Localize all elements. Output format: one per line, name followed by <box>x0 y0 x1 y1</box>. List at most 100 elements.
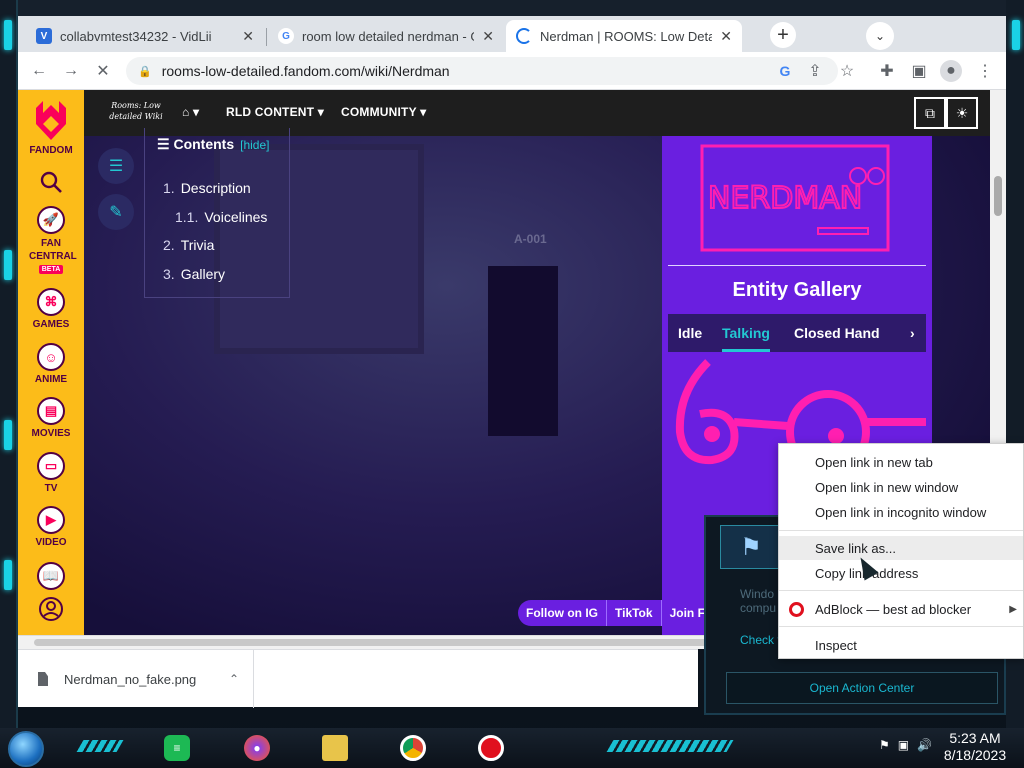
user-icon <box>39 597 63 621</box>
spotify-icon[interactable]: ≡ <box>158 732 196 764</box>
close-icon[interactable]: ✕ <box>242 28 254 45</box>
sidebar-tv[interactable]: ▭ TV <box>18 452 84 494</box>
chevron-up-icon[interactable]: ⌃ <box>229 672 239 686</box>
toc-item-trivia[interactable]: 2. Trivia <box>163 237 214 253</box>
menu-copy-link-address[interactable]: Copy link address <box>779 561 1023 585</box>
tiktok-link[interactable]: TikTok <box>607 600 662 626</box>
sidebar-anime[interactable]: ☺ ANIME <box>18 343 84 385</box>
menu-adblock[interactable]: AdBlock — best ad blocker ▶ <box>779 597 1023 621</box>
menu-kebab-icon[interactable]: ⋮ <box>974 60 996 82</box>
search-icon <box>40 171 62 193</box>
toc-number: 3. <box>163 266 175 282</box>
menu-open-incognito[interactable]: Open link in incognito window <box>779 500 1023 524</box>
chrome-icon[interactable] <box>394 732 432 764</box>
theme-toggle-sun-icon[interactable]: ☀ <box>946 97 978 129</box>
url-text: rooms-low-detailed.fandom.com/wiki/Nerdm… <box>161 63 450 79</box>
taskbar-clock[interactable]: 5:23 AM 8/18/2023 <box>934 730 1016 764</box>
sidebar-fan-central[interactable]: 🚀 FAN CENTRAL BETA <box>18 206 84 274</box>
left-frame-decoration <box>0 0 18 730</box>
discussions-icon[interactable]: ⧉ <box>914 97 946 129</box>
menu-open-new-window[interactable]: Open link in new window <box>779 475 1023 499</box>
table-of-contents-icon[interactable]: ☰ <box>98 148 134 184</box>
profile-avatar-icon[interactable]: ● <box>940 60 962 82</box>
toc-number: 1. <box>163 180 175 196</box>
stop-loading-icon[interactable]: ✕ <box>92 60 114 82</box>
record-icon[interactable] <box>472 732 510 764</box>
sidebar-video[interactable]: ▶ VIDEO <box>18 506 84 548</box>
toc-label: Voicelines <box>204 209 268 225</box>
toc-header: ☰ Contents [hide] <box>157 136 270 152</box>
download-filename: Nerdman_no_fake.png <box>64 671 197 687</box>
infobox-title: Entity Gallery <box>732 279 862 301</box>
toc-label: Description <box>180 180 251 196</box>
menu-label: Save link as... <box>815 540 896 556</box>
nav-label: RLD CONTENT <box>226 105 315 119</box>
share-icon[interactable]: ⇪ <box>804 60 826 82</box>
menu-inspect[interactable]: Inspect <box>779 633 1023 657</box>
forward-arrow-icon[interactable]: → <box>60 60 82 82</box>
horizontal-scrollbar[interactable] <box>18 635 738 649</box>
download-item[interactable]: Nerdman_no_fake.png ⌃ <box>18 650 254 708</box>
nerdman-logo-text: NERDMAN <box>708 181 862 216</box>
rocket-icon: 🚀 <box>37 206 65 234</box>
menu-save-link-as[interactable]: Save link as... <box>779 536 1023 560</box>
file-explorer-icon[interactable] <box>316 732 354 764</box>
sidebar-label: ANIME <box>34 374 68 385</box>
fandom-label: FANDOM <box>29 145 73 156</box>
wiki-menu-icon[interactable]: ⌂ ▾ <box>182 105 199 119</box>
chevron-right-icon[interactable]: › <box>910 325 915 341</box>
action-center-flag-icon[interactable]: ⚑ <box>879 738 890 752</box>
sidebar-user[interactable] <box>18 596 84 625</box>
fandom-logo[interactable]: FANDOM <box>18 98 84 156</box>
sidebar-movies[interactable]: ▤ MOVIES <box>18 397 84 439</box>
tab-talking[interactable]: Talking <box>722 325 770 352</box>
tab-nerdman-active[interactable]: Nerdman | ROOMS: Low Detailed ✕ <box>506 20 742 52</box>
back-arrow-icon[interactable]: ← <box>28 60 50 82</box>
nerdman-logo-image: NERDMAN <box>668 140 926 266</box>
tab-idle[interactable]: Idle <box>678 325 702 341</box>
tab-closed-hand[interactable]: Closed Hand <box>794 325 880 341</box>
tab-google-search[interactable]: G room low detailed nerdman - Go ✕ <box>268 20 504 52</box>
toast-link[interactable]: Check f <box>740 633 781 647</box>
close-icon[interactable]: ✕ <box>482 28 494 45</box>
start-orb-button[interactable] <box>8 731 44 767</box>
firefox-icon[interactable]: ● <box>238 732 276 764</box>
toast-text-line: compu <box>740 601 777 615</box>
context-menu: Open link in new tab Open link in new wi… <box>778 443 1024 659</box>
new-tab-button[interactable]: + <box>770 22 796 48</box>
menu-label: AdBlock — best ad blocker <box>815 601 972 617</box>
nav-rld-content[interactable]: RLD CONTENT ▾ <box>226 105 324 119</box>
follow-ig-link[interactable]: Follow on IG <box>518 600 607 626</box>
sidebar-label: GAMES <box>32 319 70 330</box>
fandom-heart-icon <box>36 101 66 140</box>
social-links-bar: Follow on IG TikTok Join F <box>518 600 714 626</box>
extensions-puzzle-icon[interactable]: ✚ <box>876 60 898 82</box>
wiki-wordmark[interactable]: Rooms: Low detailed Wiki <box>96 100 176 122</box>
toc-label: Gallery <box>180 266 226 282</box>
google-translate-icon[interactable]: G <box>774 60 796 82</box>
sidebar-label: FAN CENTRAL <box>29 238 77 262</box>
sidebar-games[interactable]: ⌘ GAMES <box>18 288 84 330</box>
side-panel-icon[interactable]: ▣ <box>908 60 930 82</box>
tab-vidlii[interactable]: V collabvmtest34232 - VidLii ✕ <box>26 20 264 52</box>
fandom-sidebar: FANDOM 🚀 FAN CENTRAL BETA ⌘ GAMES ☺ ANIM… <box>18 90 84 635</box>
sidebar-book[interactable]: 📖 <box>18 562 84 593</box>
nav-community[interactable]: COMMUNITY ▾ <box>341 105 426 119</box>
network-icon[interactable]: ▣ <box>898 738 909 752</box>
sidebar-search[interactable] <box>18 170 84 197</box>
close-icon[interactable]: ✕ <box>720 28 732 45</box>
open-action-center-button[interactable]: Open Action Center <box>726 672 998 704</box>
bookmark-star-icon[interactable]: ☆ <box>836 60 858 82</box>
menu-open-new-tab[interactable]: Open link in new tab <box>779 450 1023 474</box>
toc-hide-link[interactable]: [hide] <box>240 138 269 152</box>
tv-icon: ▭ <box>37 452 65 480</box>
menu-label: Open link in new tab <box>815 454 933 470</box>
vidlii-icon: V <box>36 28 52 44</box>
tab-search-button[interactable]: ⌄ <box>866 22 894 50</box>
volume-icon[interactable]: 🔊 <box>917 738 932 752</box>
toc-item-gallery[interactable]: 3. Gallery <box>163 266 225 282</box>
toc-item-description[interactable]: 1. Description <box>163 180 251 196</box>
toc-item-voicelines[interactable]: 1.1. Voicelines <box>175 209 267 225</box>
address-bar[interactable]: 🔒 rooms-low-detailed.fandom.com/wiki/Ner… <box>126 57 838 85</box>
edit-pencil-icon[interactable]: ✎ <box>98 194 134 230</box>
